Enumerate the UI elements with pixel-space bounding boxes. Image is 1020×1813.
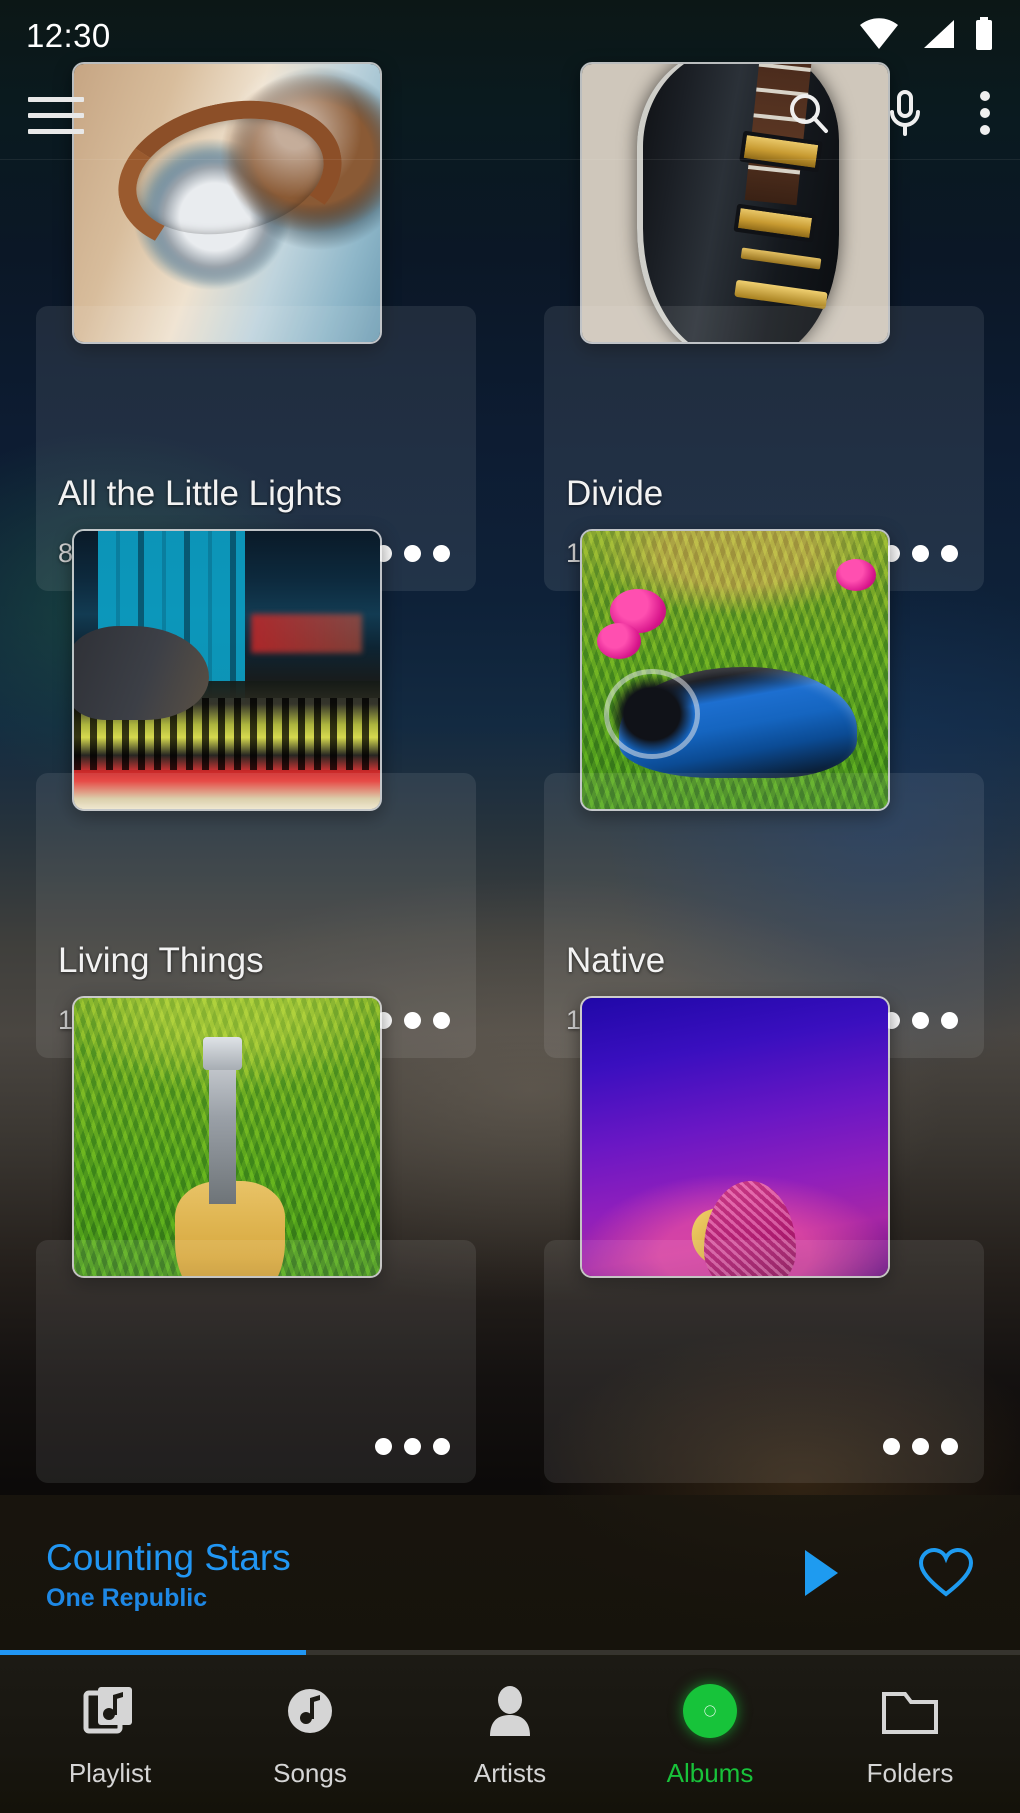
album-artwork[interactable]: [72, 996, 382, 1278]
nav-label-folders: Folders: [866, 1758, 954, 1788]
status-bar-clock: 12:30: [26, 17, 111, 54]
nav-item-folders[interactable]: Folders: [825, 1680, 995, 1789]
cellular-signal-icon: [918, 18, 956, 55]
music-note-circle-icon: [284, 1680, 336, 1742]
album-card-body: [36, 1240, 476, 1483]
album-title: Native: [566, 941, 666, 980]
person-icon: [485, 1680, 535, 1742]
album-card[interactable]: [36, 996, 476, 1483]
mini-player-actions: [800, 1547, 974, 1604]
studio-mixing-console-image: [74, 531, 380, 809]
heart-outline-icon[interactable]: [918, 1547, 974, 1604]
playlist-music-icon: [82, 1680, 138, 1742]
album-title: Living Things: [58, 941, 264, 980]
nav-label-albums: Albums: [666, 1758, 754, 1788]
microphone-purple-stage-image: [582, 998, 888, 1276]
mini-player-text: Counting Stars One Republic: [46, 1539, 291, 1611]
nav-item-albums[interactable]: Albums: [625, 1680, 795, 1789]
nav-label-playlist: Playlist: [68, 1758, 152, 1788]
wifi-icon: [858, 17, 900, 55]
status-bar: 12:30: [0, 0, 1020, 72]
now-playing-artist: One Republic: [46, 1584, 208, 1612]
more-options-icon[interactable]: [371, 1006, 454, 1035]
album-artwork[interactable]: [72, 529, 382, 811]
nav-label-artists: Artists: [473, 1758, 547, 1788]
album-card-meta: [566, 1432, 962, 1461]
album-artwork[interactable]: [580, 996, 890, 1278]
more-options-icon[interactable]: [879, 539, 962, 568]
more-options-icon[interactable]: [371, 1432, 454, 1461]
more-options-icon[interactable]: [371, 539, 454, 568]
guitar-on-grass-image: [74, 998, 380, 1276]
album-artwork[interactable]: [580, 529, 890, 811]
status-bar-icons: [858, 16, 994, 56]
app-bar: [0, 72, 1020, 160]
more-options-icon[interactable]: [879, 1432, 962, 1461]
nav-item-songs[interactable]: Songs: [225, 1680, 395, 1789]
album-card-body: [544, 1240, 984, 1483]
now-playing-title: Counting Stars: [46, 1537, 291, 1578]
mini-player[interactable]: Counting Stars One Republic: [0, 1495, 1020, 1655]
search-icon[interactable]: [786, 90, 832, 141]
bottom-navigation-bar: Playlist Songs Artists Albums Folders: [0, 1655, 1020, 1813]
nav-label-songs: Songs: [273, 1758, 347, 1788]
nav-item-playlist[interactable]: Playlist: [25, 1680, 195, 1789]
blue-headphones-in-grass-image: [582, 531, 888, 809]
album-title: All the Little Lights: [58, 474, 343, 513]
album-title: Divide: [566, 474, 664, 513]
album-grid: All the Little Lights 8 Tracks: [0, 62, 1020, 1483]
play-icon[interactable]: [800, 1548, 842, 1603]
app-bar-actions: [786, 89, 992, 142]
vinyl-disc-icon: [683, 1680, 737, 1742]
microphone-icon[interactable]: [884, 89, 926, 142]
overflow-menu-icon[interactable]: [978, 90, 992, 141]
album-card[interactable]: [544, 996, 984, 1483]
hamburger-menu-icon[interactable]: [28, 94, 86, 138]
more-options-icon[interactable]: [879, 1006, 962, 1035]
nav-item-artists[interactable]: Artists: [425, 1680, 595, 1789]
battery-icon: [974, 16, 994, 56]
folder-icon: [881, 1680, 939, 1742]
music-app-screen: 12:30 All the Little Lights 8 Divide Liv…: [0, 0, 1020, 1813]
album-card-meta: [58, 1432, 454, 1461]
